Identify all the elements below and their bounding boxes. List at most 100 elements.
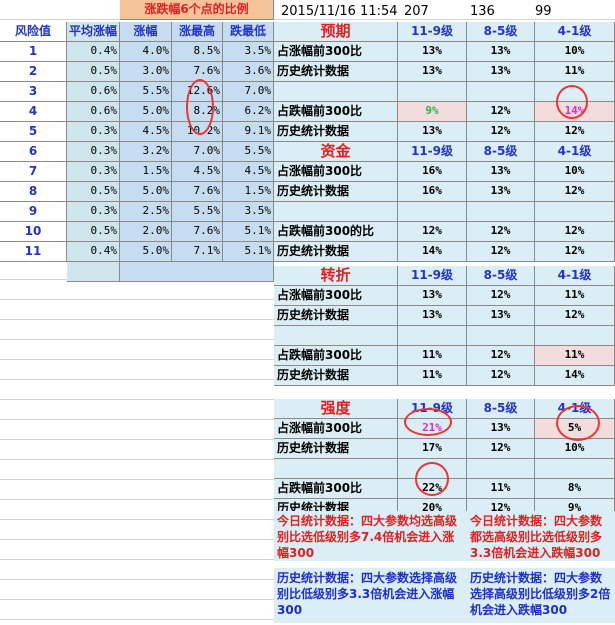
section-value: 13% [467,162,535,182]
highlight-circle [556,85,588,119]
left-col-header: 跌最低 [223,22,274,42]
section-row-label: 历史统计数据 [274,62,398,82]
hist-up-note: 历史统计数据：四大参数选择高级别比低级别多3.3倍机会进入涨幅300 [274,568,467,623]
left-table-cell: 0.6% [67,102,120,122]
top-count-3: 99 [535,4,552,19]
section-value [467,202,535,222]
left-table-cell: 7.0% [172,142,223,162]
section-col-header: 4-1级 [535,266,615,286]
section-value: 12% [535,182,615,202]
left-table-cell: 0.4% [67,42,120,62]
left-table-footer [120,262,274,282]
left-table-footer [67,262,120,282]
section-value: 12% [467,122,535,142]
section-value: 11% [535,62,615,82]
risk-value: 4 [0,102,67,122]
section-title: 预期 [274,22,398,42]
left-table-cell: 5.5% [120,82,172,102]
section-title: 转折 [274,266,398,286]
risk-value: 1 [0,42,67,62]
risk-value: 7 [0,162,67,182]
risk-value: 11 [0,242,67,262]
left-table-cell: 4.5% [120,122,172,142]
section-row-label: 历史统计数据 [274,242,398,262]
section-col-header: 8-5级 [467,399,535,419]
section-value: 13% [398,122,467,142]
section-row-label: 历史统计数据 [274,306,398,326]
section-value [467,82,535,102]
left-col-header: 平均涨幅 [67,22,120,42]
section-row-label: 占涨幅前300比 [274,162,398,182]
top-count-1: 207 [404,4,429,19]
section-col-header: 11-9级 [398,266,467,286]
section-row-label: 历史统计数据 [274,366,398,386]
section-value: 12% [467,242,535,262]
left-table-cell: 6.2% [223,102,274,122]
section-value: 12% [535,306,615,326]
top-count-2: 136 [470,4,495,19]
left-table-cell: 5.1% [223,222,274,242]
section-value: 11% [398,366,467,386]
section-value [398,326,467,346]
left-table-cell: 0.3% [67,122,120,142]
left-table-cell: 8.5% [172,42,223,62]
section-value: 10% [535,439,615,459]
section-row-label [274,326,398,346]
section-value: 12% [467,102,535,122]
left-table-cell: 3.2% [120,142,172,162]
section-value [535,202,615,222]
section-col-header: 4-1级 [535,142,615,162]
section-value: 11% [467,479,535,499]
section-value: 13% [467,182,535,202]
section-row-label: 占涨幅前300比 [274,419,398,439]
left-table-cell: 3.6% [223,62,274,82]
section-row-label: 占跌幅前300比 [274,102,398,122]
left-table-cell: 2.0% [120,222,172,242]
section-value: 10% [535,162,615,182]
section-value: 14% [398,242,467,262]
section-value: 13% [467,306,535,326]
today-up-note: 今日统计数据：四大参数均选高级别比选低级别多7.4倍机会进入涨幅300 [274,511,467,561]
left-table-cell: 5.0% [120,102,172,122]
highlight-circle [556,405,600,441]
left-table-cell: 0.4% [67,242,120,262]
section-value: 13% [467,62,535,82]
section-value: 13% [398,42,467,62]
section-row-label: 历史统计数据 [274,182,398,202]
section-value: 17% [398,439,467,459]
section-col-header: 8-5级 [467,142,535,162]
section-value: 13% [467,419,535,439]
left-table-cell: 4.0% [120,42,172,62]
left-table-cell: 5.1% [223,242,274,262]
section-value: 9% [398,102,467,122]
section-value: 10% [535,42,615,62]
section-row-label: 占跌幅前300比 [274,479,398,499]
section-value [535,326,615,346]
left-table-cell: 0.5% [67,182,120,202]
section-value [467,459,535,479]
section-row-label: 占跌幅前300比 [274,346,398,366]
left-table-cell: 0.3% [67,142,120,162]
left-table-cell: 3.5% [223,42,274,62]
left-table-cell: 3.0% [120,62,172,82]
section-value [535,459,615,479]
today-down-note: 今日统计数据：四大参数都选高级别比选低级别多3.3倍机会进入跌幅300 [467,511,615,561]
risk-value: 8 [0,182,67,202]
left-table-cell: 5.0% [120,182,172,202]
section-row-label [274,82,398,102]
section-value: 8% [535,479,615,499]
hist-down-note: 历史统计数据：四大参数选择高级别比低级别多2倍机会进入跌幅300 [467,568,615,623]
section-value: 12% [467,286,535,306]
left-table-cell: 0.6% [67,82,120,102]
section-col-header: 8-5级 [467,266,535,286]
section-value: 13% [467,42,535,62]
left-table-cell: 4.5% [172,162,223,182]
left-table-cell: 5.5% [172,202,223,222]
left-table-cell: 1.5% [223,182,274,202]
section-value: 16% [398,162,467,182]
section-value: 13% [398,286,467,306]
section-value: 12% [535,222,615,242]
left-table-cell: 9.1% [223,122,274,142]
left-table-cell: 5.5% [223,142,274,162]
left-table-cell: 0.3% [67,162,120,182]
